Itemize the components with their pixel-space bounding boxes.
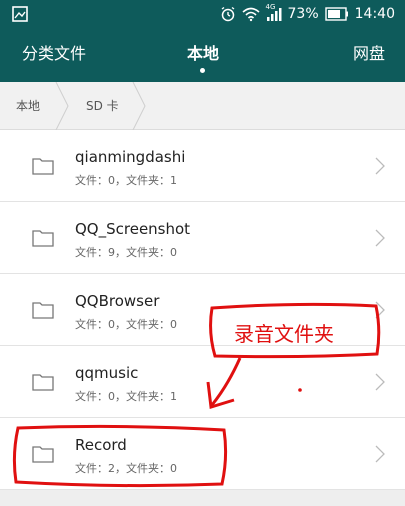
folder-meta: 文件：0，文件夹：1 (75, 174, 177, 187)
folder-icon (32, 230, 54, 247)
status-indicators: 4G 73% 14:40 (220, 3, 395, 23)
callout-label: 录音文件夹 (234, 322, 334, 346)
chevron-right-icon (375, 301, 385, 319)
folder-row[interactable]: qqmusic 文件：0，文件夹：1 (0, 346, 405, 418)
folder-icon (32, 446, 54, 463)
image-icon (12, 6, 28, 22)
folder-name: QQ_Screenshot (75, 220, 191, 238)
folder-meta: 文件：0，文件夹：0 (75, 318, 177, 331)
app-header: 4G 73% 14:40 分类文件 本地 网盘 (0, 0, 405, 82)
breadcrumb: 本地 SD 卡 (0, 82, 405, 130)
signal-icon (266, 8, 282, 21)
folder-row[interactable]: QQBrowser 文件：0，文件夹：0 (0, 274, 405, 346)
chevron-right-icon (375, 445, 385, 463)
tab-local[interactable]: 本地 (187, 44, 219, 64)
chevron-right-icon (375, 373, 385, 391)
signal-group: 4G (266, 3, 282, 22)
breadcrumb-item-local[interactable]: 本地 (16, 97, 40, 114)
folder-name: Record (75, 436, 127, 454)
status-bar: 4G 73% 14:40 (0, 0, 405, 28)
folder-row[interactable]: QQ_Screenshot 文件：9，文件夹：0 (0, 202, 405, 274)
folder-icon (32, 374, 54, 391)
chevron-right-icon (375, 157, 385, 175)
tab-categories[interactable]: 分类文件 (22, 44, 86, 64)
battery-icon (324, 7, 348, 21)
folder-name: qianmingdashi (75, 148, 186, 166)
breadcrumb-item-sdcard[interactable]: SD 卡 (86, 97, 119, 114)
folder-meta: 文件：0，文件夹：1 (75, 390, 177, 403)
folder-icon (32, 302, 54, 319)
tab-bar: 分类文件 本地 网盘 (0, 38, 405, 74)
wifi-icon (241, 7, 260, 22)
folder-name: QQBrowser (75, 292, 160, 310)
chevron-right-icon (375, 229, 385, 247)
clock: 14:40 (354, 6, 395, 22)
breadcrumb-separator-icon (132, 82, 146, 130)
folder-icon (32, 158, 54, 175)
folder-meta: 文件：9，文件夹：0 (75, 246, 177, 259)
folder-row[interactable]: qianmingdashi 文件：0，文件夹：1 (0, 130, 405, 202)
folder-name: qqmusic (75, 364, 139, 382)
folder-meta: 文件：2，文件夹：0 (75, 462, 177, 475)
battery-percent: 73% (287, 6, 319, 22)
tab-cloud[interactable]: 网盘 (353, 44, 385, 64)
alarm-icon (221, 6, 234, 22)
folder-row-record[interactable]: Record 文件：2，文件夹：0 (0, 418, 405, 490)
breadcrumb-separator-icon (55, 82, 69, 130)
folder-list: qianmingdashi 文件：0，文件夹：1 QQ_Screenshot 文… (0, 130, 405, 490)
active-tab-indicator (200, 68, 205, 73)
